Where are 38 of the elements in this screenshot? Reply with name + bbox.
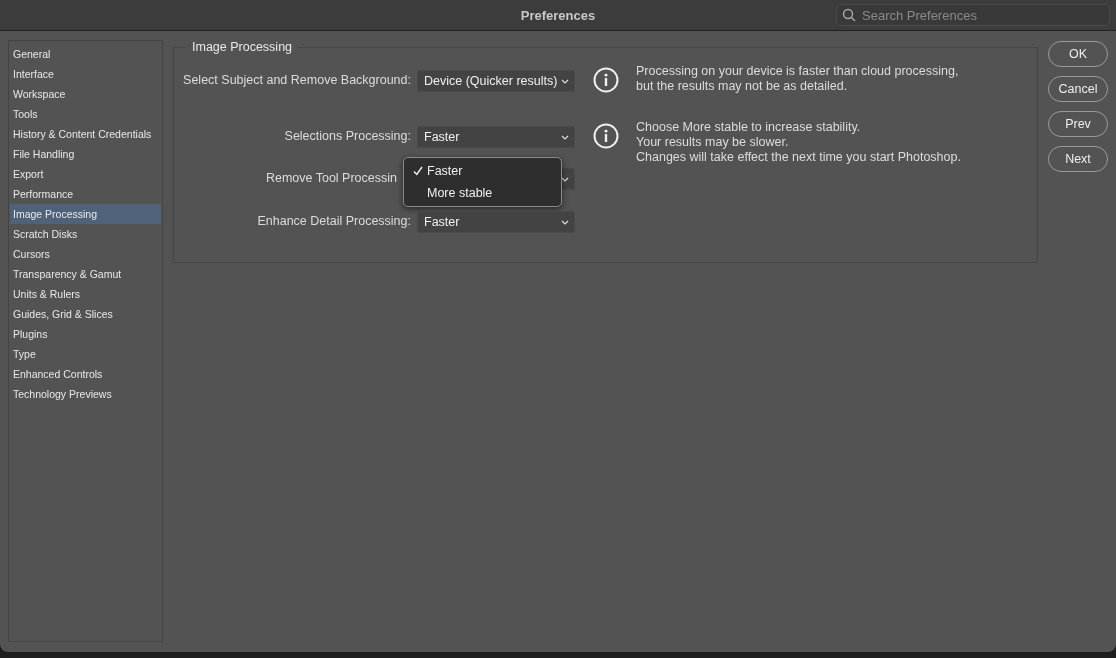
sidebar-item[interactable]: Image Processing [10,204,161,224]
menu-item[interactable]: Faster [427,164,463,178]
info-icon[interactable] [593,123,619,149]
chevron-icon [561,78,569,84]
search-icon [842,8,856,22]
sidebar-item[interactable]: Transparency & Gamut [10,264,161,284]
sidebar-item[interactable]: Technology Previews [10,384,161,404]
field-label: Enhance Detail Processing: [257,213,411,230]
sidebar-item[interactable]: Export [10,164,161,184]
field-label: Remove Tool Processin [265,170,397,187]
sidebar-item[interactable]: File Handling [10,144,161,164]
sidebar-item[interactable]: Performance [10,184,161,204]
sidebar-item[interactable]: General [10,44,161,64]
sidebar-item[interactable]: Plugins [10,324,161,344]
field-label: Select Subject and Remove Background: [183,72,411,89]
sidebar-item[interactable]: Cursors [10,244,161,264]
sidebar-item[interactable]: Guides, Grid & Slices [10,304,161,324]
group-title: Image Processing [186,40,299,54]
dropdown[interactable]: Faster [417,211,575,233]
sidebar-item[interactable]: Type [10,344,161,364]
search-field[interactable]: Search Preferences [836,4,1110,26]
dropdown[interactable]: Faster [417,126,575,148]
chevron-icon [561,134,569,140]
sidebar-item[interactable]: Interface [10,64,161,84]
menu-item[interactable]: More stable [427,186,493,200]
sidebar-item[interactable]: Tools [10,104,161,124]
sidebar-item[interactable]: History & Content Credentials [10,124,161,144]
info-icon[interactable] [593,67,619,93]
chevron-icon [561,219,569,225]
info-text: Processing on your device is faster than cloud processing, but the results may not be as detailed. [636,64,960,94]
field-label: Selections Processing: [284,128,411,145]
info-text: Choose More stable to increase stability. Your results may be slower. Changes will take effect the next time you start Photoshop. [636,120,962,165]
sidebar-item[interactable]: Enhanced Controls [10,364,161,384]
sidebar-item[interactable]: Units & Rulers [10,284,161,304]
dropdown[interactable]: Device (Quicker results) [417,70,575,92]
sidebar-item[interactable]: Scratch Disks [10,224,161,244]
sidebar-item[interactable]: Workspace [10,84,161,104]
window-title: Preferences [520,7,596,23]
